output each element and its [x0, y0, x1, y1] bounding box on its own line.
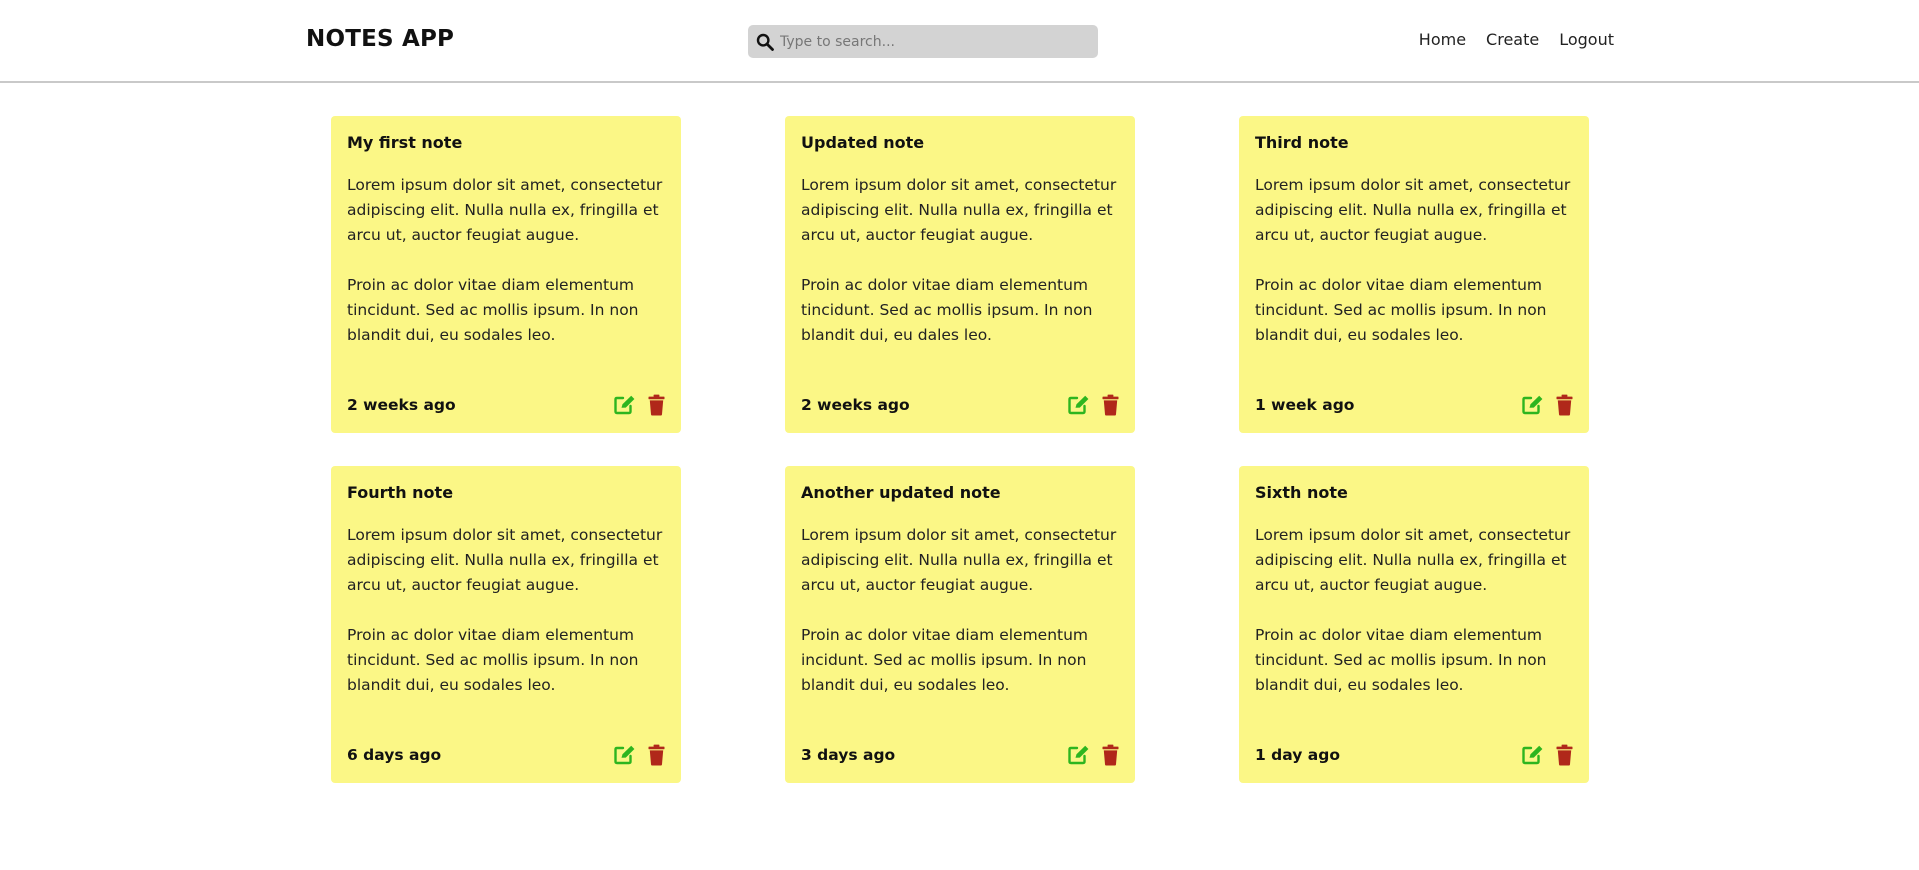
note-date: 3 days ago: [801, 746, 896, 764]
note-body: Lorem ipsum dolor sit amet, consectetur …: [347, 523, 665, 698]
note-date: 6 days ago: [347, 746, 442, 764]
note-actions: [1068, 394, 1119, 416]
note-paragraph: Proin ac dolor vitae diam elementum tinc…: [1255, 276, 1547, 344]
note-body: Lorem ipsum dolor sit amet, consectetur …: [1255, 523, 1573, 698]
note-title: Third note: [1255, 133, 1349, 152]
note-date: 2 weeks ago: [347, 396, 456, 414]
nav-logout-link[interactable]: Logout: [1559, 30, 1614, 49]
note-paragraph: Lorem ipsum dolor sit amet, consectetur …: [801, 526, 1117, 594]
app-logo[interactable]: NOTES APP: [306, 26, 454, 52]
note-paragraph: Lorem ipsum dolor sit amet, consectetur …: [801, 176, 1117, 244]
note-paragraph: Lorem ipsum dolor sit amet, consectetur …: [347, 526, 663, 594]
note-footer: 1 day ago: [1255, 742, 1573, 768]
trash-icon[interactable]: [648, 744, 665, 766]
note-paragraph: Proin ac dolor vitae diam elementum inci…: [801, 626, 1089, 694]
trash-icon[interactable]: [1102, 394, 1119, 416]
trash-icon[interactable]: [1556, 394, 1573, 416]
nav-create-link[interactable]: Create: [1486, 30, 1539, 49]
note-paragraph: Lorem ipsum dolor sit amet, consectetur …: [1255, 526, 1571, 594]
edit-icon[interactable]: [614, 395, 636, 415]
note-body: Lorem ipsum dolor sit amet, consectetur …: [801, 173, 1119, 348]
search-input[interactable]: [780, 27, 1080, 56]
note-card: Third note Lorem ipsum dolor sit amet, c…: [1239, 116, 1589, 433]
search-icon: [756, 33, 774, 51]
note-card: Fourth note Lorem ipsum dolor sit amet, …: [331, 466, 681, 783]
edit-icon[interactable]: [1068, 745, 1090, 765]
note-card: Another updated note Lorem ipsum dolor s…: [785, 466, 1135, 783]
note-paragraph: Proin ac dolor vitae diam elementum tinc…: [1255, 626, 1547, 694]
trash-icon[interactable]: [1556, 744, 1573, 766]
nav-home-link[interactable]: Home: [1419, 30, 1466, 49]
edit-icon[interactable]: [614, 745, 636, 765]
note-card: Sixth note Lorem ipsum dolor sit amet, c…: [1239, 466, 1589, 783]
trash-icon[interactable]: [648, 394, 665, 416]
note-footer: 1 week ago: [1255, 392, 1573, 418]
note-title: Fourth note: [347, 483, 454, 502]
note-actions: [1522, 394, 1573, 416]
note-footer: 3 days ago: [801, 742, 1119, 768]
search-bar: [748, 25, 1098, 58]
note-actions: [1522, 744, 1573, 766]
note-date: 2 weeks ago: [801, 396, 910, 414]
edit-icon[interactable]: [1522, 745, 1544, 765]
navbar: NOTES APP Home Create Logout: [0, 0, 1919, 83]
note-body: Lorem ipsum dolor sit amet, consectetur …: [347, 173, 665, 348]
note-paragraph: Lorem ipsum dolor sit amet, consectetur …: [347, 176, 663, 244]
note-title: Another updated note: [801, 483, 1001, 502]
note-paragraph: Proin ac dolor vitae diam elementum tinc…: [347, 626, 639, 694]
note-actions: [614, 394, 665, 416]
note-card: My first note Lorem ipsum dolor sit amet…: [331, 116, 681, 433]
edit-icon[interactable]: [1522, 395, 1544, 415]
note-card: Updated note Lorem ipsum dolor sit amet,…: [785, 116, 1135, 433]
note-body: Lorem ipsum dolor sit amet, consectetur …: [801, 523, 1119, 698]
edit-icon[interactable]: [1068, 395, 1090, 415]
note-title: Updated note: [801, 133, 925, 152]
note-date: 1 week ago: [1255, 396, 1355, 414]
notes-grid: My first note Lorem ipsum dolor sit amet…: [331, 116, 1590, 783]
note-footer: 2 weeks ago: [347, 392, 665, 418]
note-paragraph: Lorem ipsum dolor sit amet, consectetur …: [1255, 176, 1571, 244]
note-footer: 2 weeks ago: [801, 392, 1119, 418]
note-actions: [614, 744, 665, 766]
nav-links: Home Create Logout: [1419, 30, 1614, 49]
note-date: 1 day ago: [1255, 746, 1340, 764]
trash-icon[interactable]: [1102, 744, 1119, 766]
note-paragraph: Proin ac dolor vitae diam elementum tinc…: [347, 276, 639, 344]
note-title: My first note: [347, 133, 463, 152]
note-body: Lorem ipsum dolor sit amet, consectetur …: [1255, 173, 1573, 348]
note-footer: 6 days ago: [347, 742, 665, 768]
note-actions: [1068, 744, 1119, 766]
note-paragraph: Proin ac dolor vitae diam elementum tinc…: [801, 276, 1093, 344]
note-title: Sixth note: [1255, 483, 1348, 502]
